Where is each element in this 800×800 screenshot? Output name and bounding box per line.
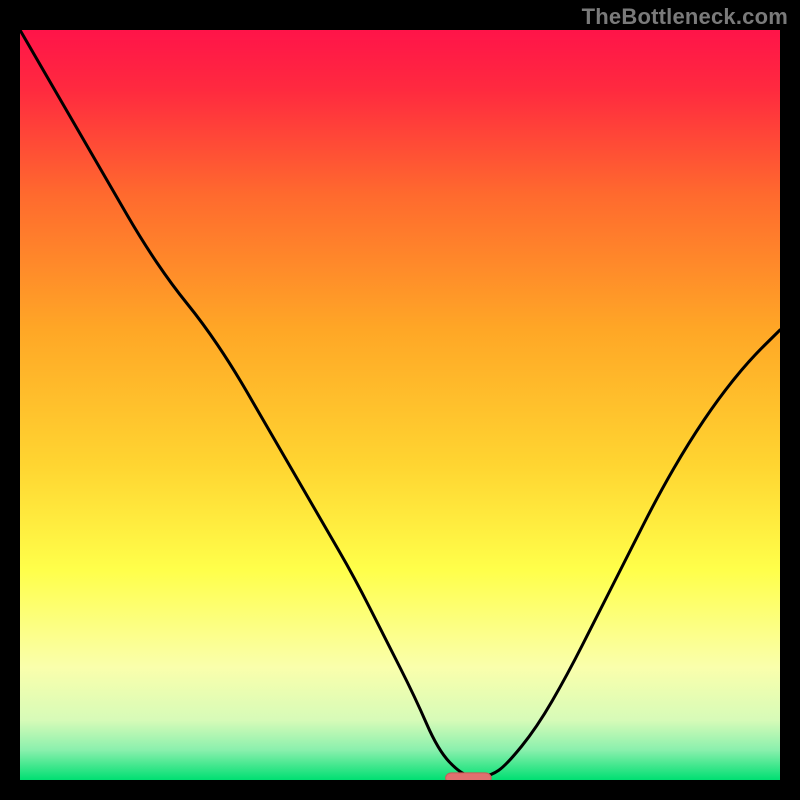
chart-frame: TheBottleneck.com	[0, 0, 800, 800]
watermark-text: TheBottleneck.com	[582, 4, 788, 30]
chart-svg	[0, 0, 800, 800]
